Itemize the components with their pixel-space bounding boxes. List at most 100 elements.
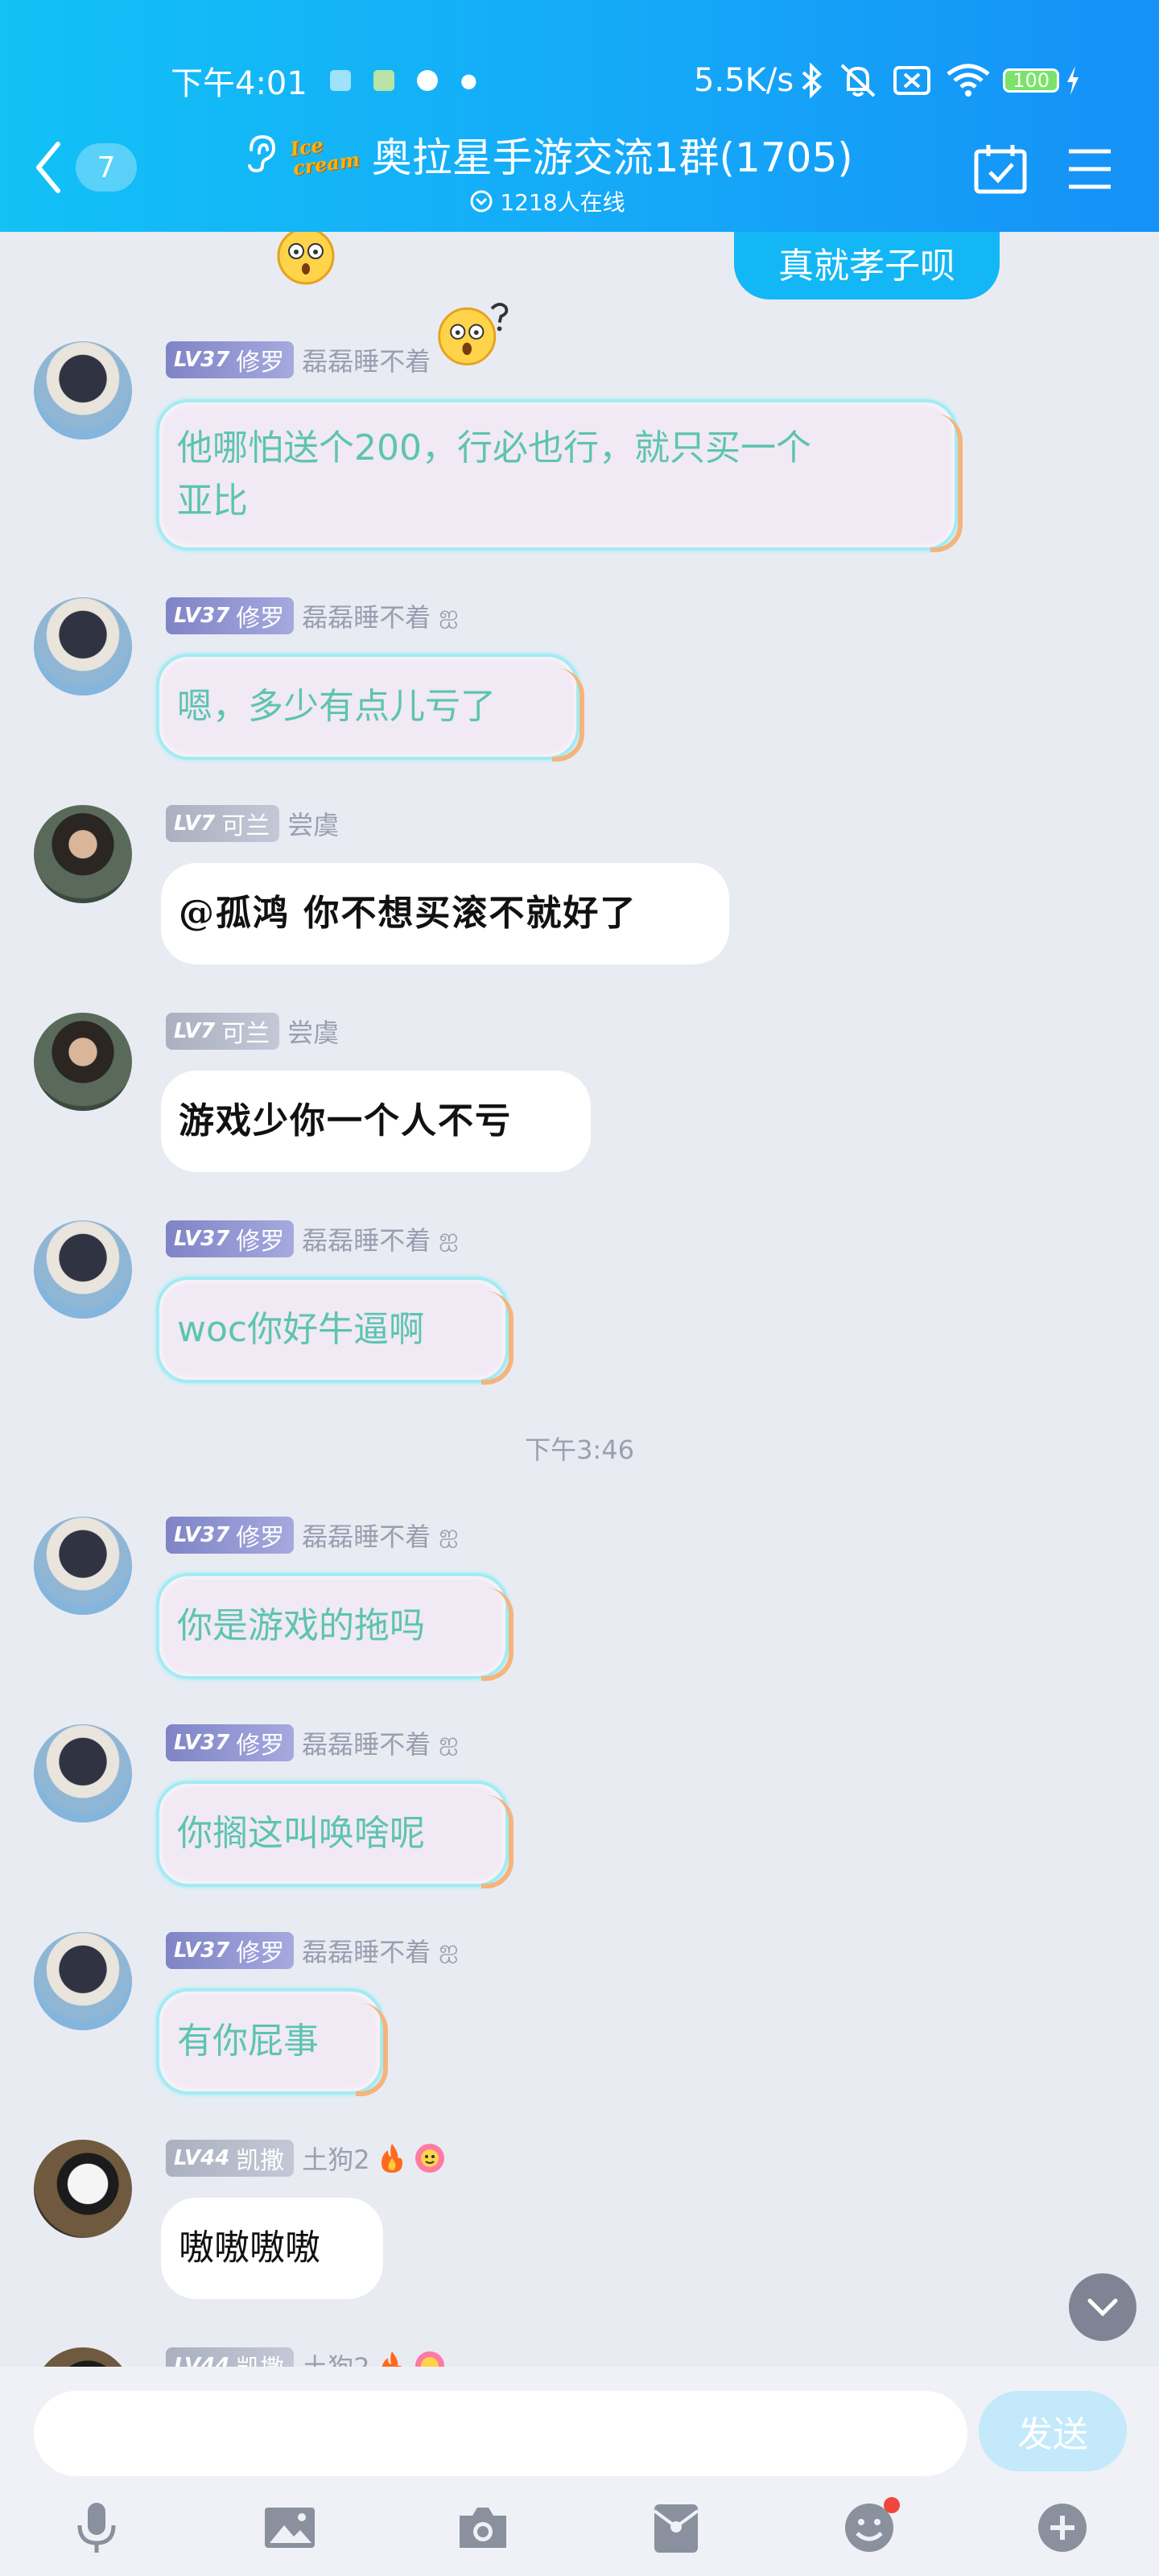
sender-info: LV44凯撒 土狗2 (166, 2140, 446, 2177)
sender-nickname[interactable]: 磊磊睡不着 (302, 341, 431, 378)
charging-icon (1067, 66, 1079, 95)
message-bubble[interactable]: woc你好牛逼啊 (156, 1277, 514, 1385)
dazed-emoji-icon (277, 232, 335, 285)
sender-nickname[interactable]: 磊磊睡不着 (302, 597, 431, 634)
scroll-to-bottom-button[interactable] (1069, 2273, 1136, 2341)
sender-info: LV37 修罗 磊磊睡不着 (166, 341, 431, 378)
message-bubble[interactable]: 嗯，多少有点儿亏了 (156, 654, 584, 762)
more-button[interactable] (1030, 2496, 1095, 2560)
title-area[interactable]: Ice cream 奥拉星手游交流1群(1705) 1218人在线 (209, 121, 885, 225)
message-text: 他哪怕送个200，行必也行，就只买一个 (177, 427, 811, 469)
avatar[interactable] (34, 1220, 132, 1319)
plus-icon (1038, 2504, 1087, 2552)
avatar[interactable] (34, 597, 132, 696)
level-label: LV37 (174, 1523, 230, 1547)
sender-nickname[interactable]: 磊磊睡不着 (302, 1517, 431, 1554)
no-sim-icon (893, 66, 931, 95)
own-message-bubble[interactable]: 真就孝子呗 (734, 232, 1000, 299)
app-notification-icon (373, 70, 394, 91)
message-bubble[interactable]: 他哪怕送个200，行必也行，就只买一个 亚比 (156, 399, 963, 552)
nickname-decoration: ஐ (439, 1934, 459, 1963)
level-label: LV37 (174, 1731, 230, 1755)
message-bubble[interactable]: 游戏少你一个人不亏 (161, 1071, 591, 1172)
title-label: 修罗 (236, 1228, 285, 1256)
message-text: 嗯，多少有点儿亏了 (177, 686, 496, 727)
chevron-down-icon (1087, 2298, 1118, 2317)
chevron-down-circle-icon (470, 190, 493, 213)
calendar-check-icon[interactable] (972, 142, 1029, 195)
online-count: 1218人在线 (500, 189, 625, 216)
title-label: 修罗 (236, 605, 285, 633)
avatar[interactable] (34, 1932, 132, 2030)
avatar[interactable] (34, 1517, 132, 1615)
sender-nickname[interactable]: 土狗2 (302, 2140, 369, 2177)
message-bubble[interactable]: 你是游戏的拖吗 (156, 1573, 514, 1681)
message-bubble[interactable]: 有你屁事 (156, 1988, 388, 2096)
camera-icon (460, 2508, 506, 2548)
level-badge: LV37 修罗 (166, 597, 295, 634)
title-label: 修罗 (236, 1732, 285, 1760)
network-speed: 5.5K/s (694, 62, 794, 99)
nickname-decoration: ஐ (439, 1223, 459, 1252)
sim-icon (329, 70, 351, 91)
level-badge: LV37 修罗 (166, 341, 295, 378)
level-badge: LV37 修罗 (166, 1517, 295, 1554)
emoji-button[interactable] (837, 2496, 901, 2560)
flower-face-icon (415, 2351, 444, 2367)
back-button[interactable]: 7 (32, 137, 137, 198)
title-label: 修罗 (236, 1939, 285, 1967)
image-button[interactable] (258, 2496, 322, 2560)
avatar[interactable] (34, 805, 132, 903)
online-status[interactable]: 1218人在线 (209, 185, 885, 217)
message-text: 游戏少你一个人不亏 (179, 1100, 512, 1141)
level-badge: LV7 可兰 (166, 805, 280, 842)
message-text: 嗷嗷嗷嗷 (179, 2227, 320, 2268)
level-badge: LV44凯撒 (166, 2140, 295, 2177)
message-input[interactable] (34, 2391, 967, 2476)
level-label: LV37 (174, 1227, 230, 1251)
sender-nickname[interactable]: 磊磊睡不着 (302, 1932, 431, 1969)
avatar[interactable] (34, 2140, 132, 2238)
wifi-icon (947, 64, 990, 97)
level-label: LV44 (174, 2146, 230, 2170)
title-label: 凯撒 (233, 2348, 294, 2367)
status-time: 下午4:01 (171, 65, 307, 102)
message-bubble[interactable]: @孤鸿 你不想买滚不就好了 (161, 863, 729, 964)
confused-emoji-icon (438, 303, 509, 365)
red-packet-icon (653, 2504, 699, 2553)
message-text: 有你屁事 (177, 2021, 319, 2062)
voice-button[interactable] (64, 2496, 129, 2560)
avatar[interactable] (34, 2347, 132, 2367)
sender-nickname[interactable]: 磊磊睡不着 (302, 1220, 431, 1257)
red-packet-button[interactable] (644, 2496, 708, 2560)
menu-icon[interactable] (1066, 145, 1114, 193)
level-badge: LV44凯撒 (166, 2347, 295, 2367)
status-bar: 下午4:01 ● 5.5K/s 100 (0, 56, 1159, 105)
unread-count-badge: 7 (76, 143, 137, 192)
send-button[interactable]: 发送 (979, 2391, 1127, 2471)
own-message-text: 真就孝子呗 (778, 246, 955, 287)
avatar[interactable] (34, 341, 132, 440)
title-label: 修罗 (236, 349, 285, 377)
sender-info: LV44凯撒 土狗2 (166, 2347, 446, 2367)
sender-nickname[interactable]: 尝虞 (287, 805, 339, 842)
title-label: 可兰 (221, 1020, 270, 1048)
battery-icon: 100 (1003, 68, 1060, 93)
message-bubble[interactable]: 你搁这叫唤啥呢 (156, 1781, 514, 1889)
message-text: @孤鸿 你不想买滚不就好了 (179, 893, 637, 934)
ear-icon[interactable] (241, 132, 278, 177)
level-badge: LV7 可兰 (166, 1013, 280, 1050)
message-list[interactable]: 真就孝子呗 LV37 修罗 磊磊睡不着 他哪怕送个200，行必也行，就只买一个 亚… (0, 232, 1159, 2367)
camera-button[interactable] (451, 2496, 515, 2560)
sender-nickname[interactable]: 尝虞 (287, 1013, 339, 1050)
avatar[interactable] (34, 1724, 132, 1823)
sender-nickname[interactable]: 土狗2 (302, 2347, 369, 2367)
icecream-logo: Ice cream (289, 130, 361, 180)
battery-level: 100 (1013, 69, 1050, 92)
message-bubble[interactable]: 嗷嗷嗷嗷 (161, 2198, 383, 2299)
avatar[interactable] (34, 1013, 132, 1111)
nickname-decoration: ஐ (439, 1519, 459, 1548)
sender-nickname[interactable]: 磊磊睡不着 (302, 1724, 431, 1761)
input-bar: 发送 (0, 2367, 1159, 2576)
sender-info: LV37 修罗 磊磊睡不着 ஐ (166, 1220, 458, 1257)
